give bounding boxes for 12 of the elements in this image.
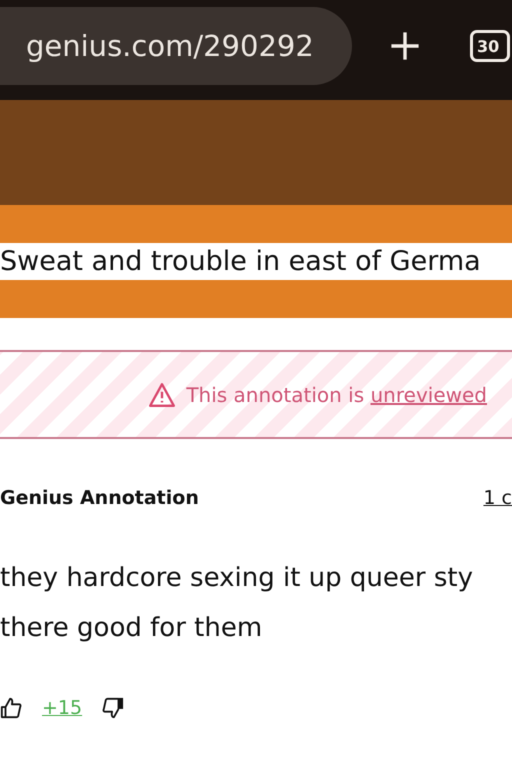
annotation-label: Genius Annotation [0, 487, 199, 509]
song-title: Sweat and trouble in east of Germa [0, 243, 512, 280]
annotation-text: there good for them [0, 612, 264, 645]
address-bar[interactable]: genius.com/290292 [0, 7, 352, 85]
notice-text: This annotation is unreviewed [186, 382, 487, 406]
tab-count-button[interactable]: 30 [470, 30, 510, 62]
thumbs-up-icon[interactable] [0, 697, 22, 719]
annotation-text: they hardcore sexing it up queer sty [0, 562, 474, 595]
unreviewed-link[interactable]: unreviewed [370, 382, 487, 406]
thumbs-down-icon[interactable] [102, 697, 124, 719]
warning-icon [148, 382, 176, 408]
comments-link[interactable]: 1 c [483, 487, 512, 509]
